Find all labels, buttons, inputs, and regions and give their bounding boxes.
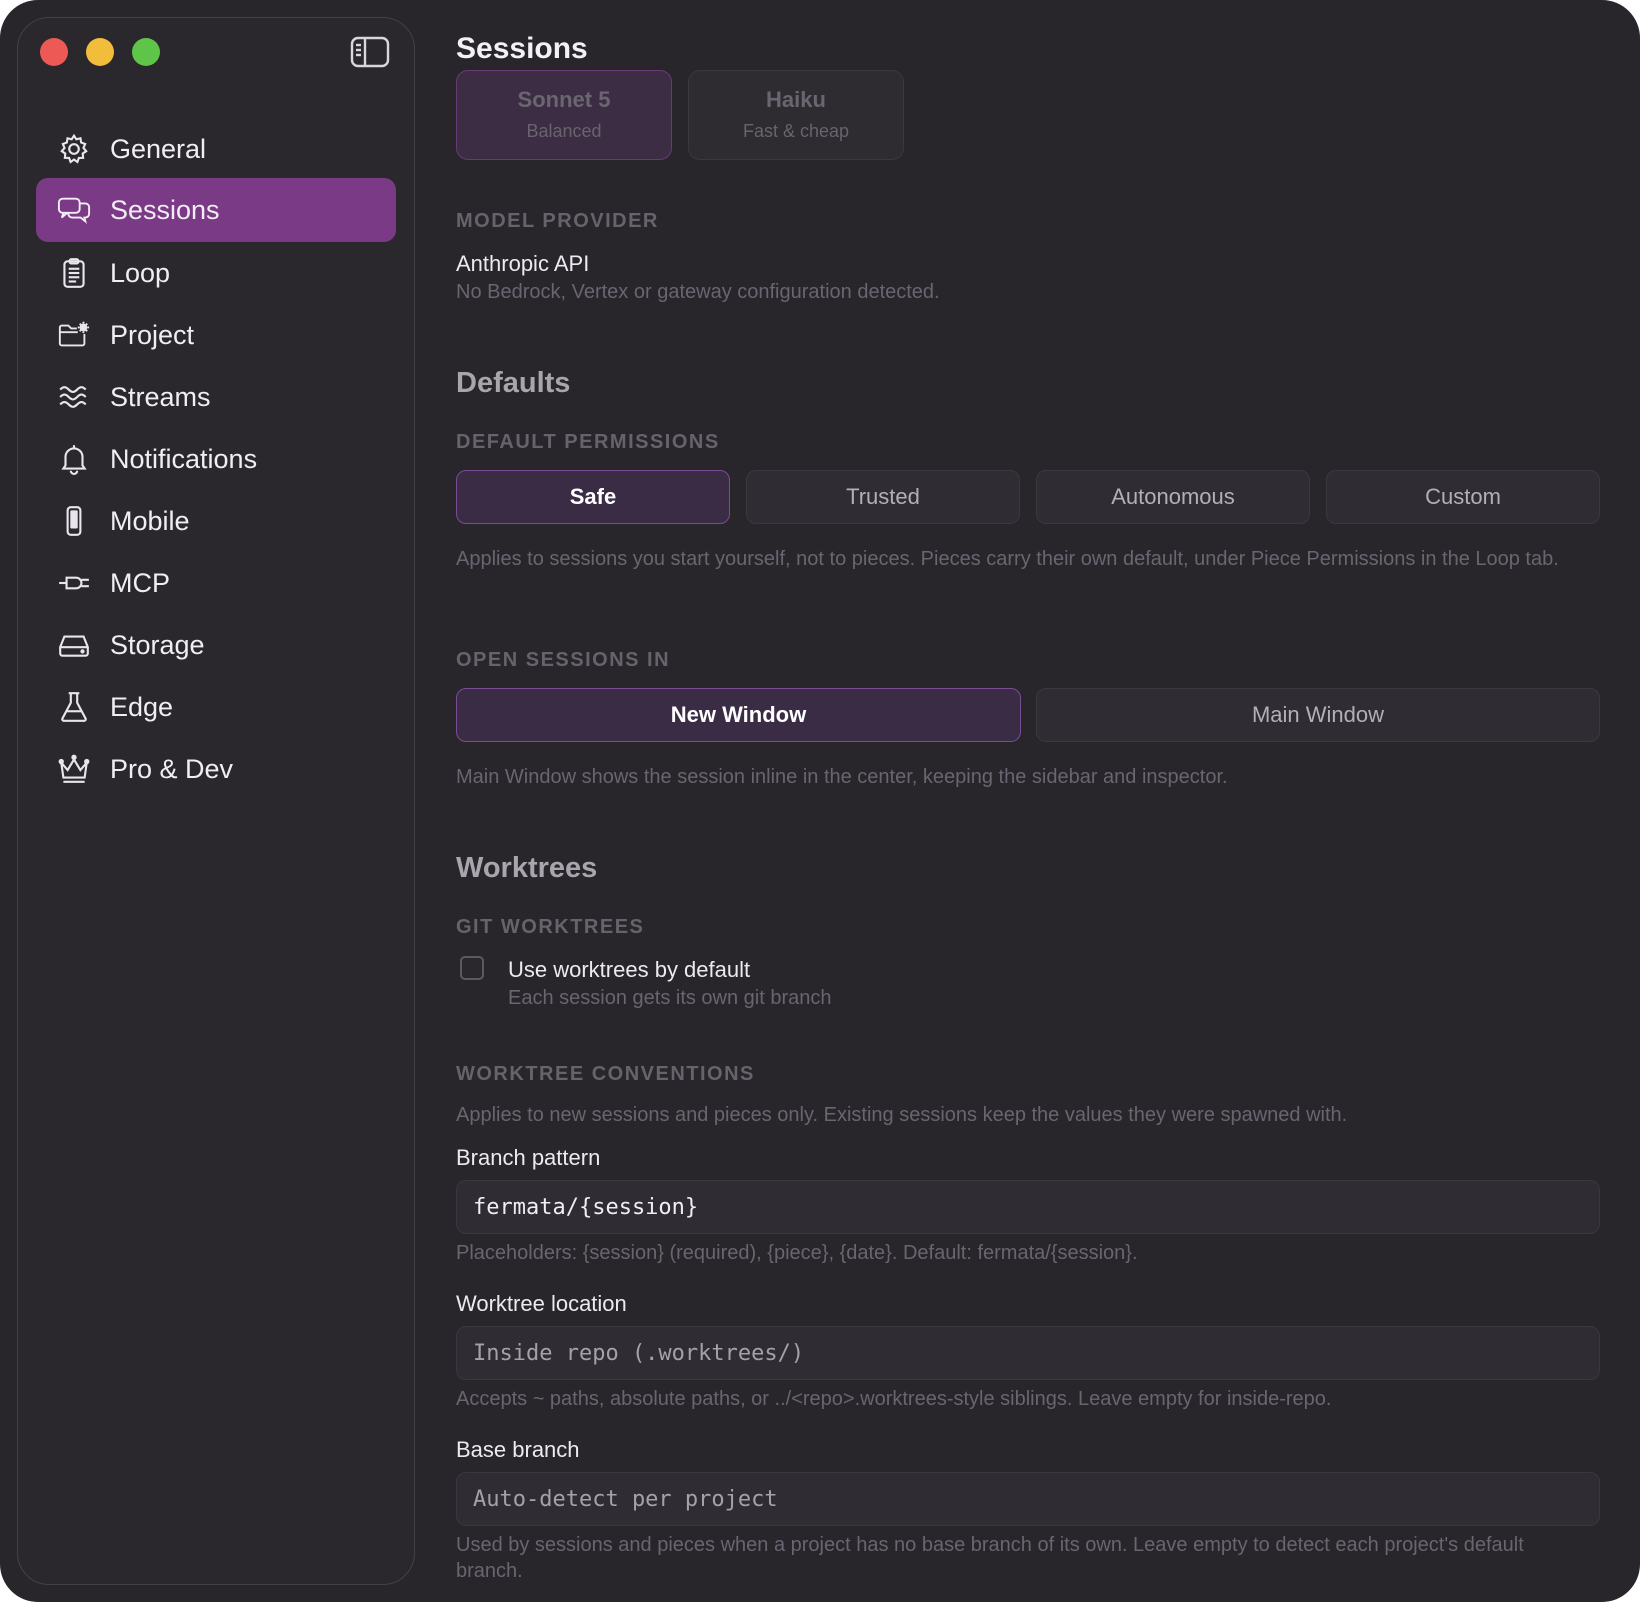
plug-icon (54, 563, 94, 603)
worktree-location-note: Accepts ~ paths, absolute paths, or ../<… (456, 1388, 1332, 1410)
flask-icon (54, 687, 94, 727)
open-in-new-window-button[interactable]: New Window (456, 688, 1021, 742)
sidebar-item-label: Loop (110, 257, 171, 288)
sidebar-item-streams[interactable]: Streams (36, 365, 396, 429)
permission-autonomous-button[interactable]: Autonomous (1036, 470, 1310, 524)
sidebar-item-label: MCP (110, 567, 170, 598)
git-worktrees-label: GIT WORKTREES (456, 916, 645, 938)
branch-pattern-value: fermata/{session} (473, 1194, 699, 1220)
model-desc: Balanced (526, 121, 602, 141)
sidebar-item-label: Storage (110, 629, 205, 660)
sidebar-item-loop[interactable]: Loop (36, 241, 396, 305)
minimize-window-button[interactable] (86, 38, 114, 66)
phone-icon (54, 501, 94, 541)
sidebar-item-mcp[interactable]: MCP (36, 551, 396, 615)
bell-icon (54, 439, 94, 479)
use-worktrees-label[interactable]: Use worktrees by default (508, 957, 750, 983)
sidebar-item-mobile[interactable]: Mobile (36, 489, 396, 553)
permission-custom-button[interactable]: Custom (1326, 470, 1600, 524)
sidebar-item-label: Sessions (110, 194, 220, 225)
crown-icon (54, 749, 94, 789)
base-branch-note: Used by sessions and pieces when a proje… (456, 1534, 1524, 1582)
model-provider-value: Anthropic API (456, 251, 590, 276)
model-desc: Fast & cheap (742, 121, 850, 141)
default-permissions-label: DEFAULT PERMISSIONS (456, 431, 720, 453)
branch-pattern-input[interactable]: fermata/{session} (456, 1180, 1600, 1234)
model-provider-note: No Bedrock, Vertex or gateway configurat… (456, 281, 940, 303)
open-in-note: Main Window shows the session inline in … (456, 766, 1228, 788)
gear-icon (54, 129, 94, 169)
branch-pattern-note: Placeholders: {session} (required), {pie… (456, 1242, 1138, 1264)
waves-icon (54, 377, 94, 417)
base-branch-label: Base branch (456, 1437, 580, 1462)
worktree-location-label: Worktree location (456, 1291, 627, 1316)
model-card-sonnet[interactable]: Sonnet 5 Balanced (456, 70, 672, 160)
permission-trusted-button[interactable]: Trusted (746, 470, 1020, 524)
sidebar-item-storage[interactable]: Storage (36, 613, 396, 677)
sidebar-toggle-icon (350, 36, 390, 68)
sidebar-item-general[interactable]: General (36, 117, 396, 181)
sidebar-item-edge[interactable]: Edge (36, 675, 396, 739)
sidebar-item-sessions[interactable]: Sessions (36, 178, 396, 242)
defaults-heading: Defaults (456, 367, 571, 399)
zoom-window-button[interactable] (132, 38, 160, 66)
sidebar-item-label: Edge (110, 691, 174, 722)
use-worktrees-note: Each session gets its own git branch (508, 987, 832, 1009)
sidebar-item-label: Notifications (110, 443, 258, 474)
worktree-conventions-note: Applies to new sessions and pieces only.… (456, 1104, 1348, 1126)
worktree-location-input[interactable]: Inside repo (.worktrees/) (456, 1326, 1600, 1380)
sidebar-item-label: Streams (110, 381, 211, 412)
sidebar-item-label: Mobile (110, 505, 190, 536)
base-branch-placeholder: Auto-detect per project (473, 1486, 778, 1512)
page-title: Sessions (456, 32, 588, 65)
worktrees-heading: Worktrees (456, 852, 598, 884)
model-name: Sonnet 5 (517, 87, 611, 112)
close-window-button[interactable] (40, 38, 68, 66)
permission-safe-button[interactable]: Safe (456, 470, 730, 524)
sidebar-item-pro-dev[interactable]: Pro & Dev (36, 737, 396, 801)
settings-content: Sessions Sonnet 5 Balanced Haiku Fast & … (456, 0, 1600, 1602)
worktree-conventions-label: WORKTREE CONVENTIONS (456, 1063, 755, 1085)
sidebar-item-label: General (110, 133, 207, 164)
model-card-haiku[interactable]: Haiku Fast & cheap (688, 70, 904, 160)
sidebar: General Sessions Loop Project Streams No… (17, 17, 415, 1585)
branch-pattern-label: Branch pattern (456, 1145, 601, 1170)
sidebar-item-label: Project (110, 319, 195, 350)
use-worktrees-checkbox[interactable] (460, 956, 484, 980)
open-in-main-window-button[interactable]: Main Window (1036, 688, 1600, 742)
sidebar-toggle-button[interactable] (350, 36, 390, 68)
permissions-note: Applies to sessions you start yourself, … (456, 548, 1559, 570)
model-name: Haiku (766, 87, 826, 112)
model-provider-label: MODEL PROVIDER (456, 210, 659, 232)
settings-window: General Sessions Loop Project Streams No… (0, 0, 1640, 1602)
chat-bubbles-icon (54, 190, 94, 230)
open-sessions-in-label: OPEN SESSIONS IN (456, 649, 671, 671)
drive-icon (54, 625, 94, 665)
clipboard-icon (54, 253, 94, 293)
base-branch-input[interactable]: Auto-detect per project (456, 1472, 1600, 1526)
sidebar-item-notifications[interactable]: Notifications (36, 427, 396, 491)
sidebar-item-label: Pro & Dev (110, 753, 234, 784)
folder-gear-icon (54, 315, 94, 355)
sidebar-item-project[interactable]: Project (36, 303, 396, 367)
worktree-location-placeholder: Inside repo (.worktrees/) (473, 1340, 805, 1366)
